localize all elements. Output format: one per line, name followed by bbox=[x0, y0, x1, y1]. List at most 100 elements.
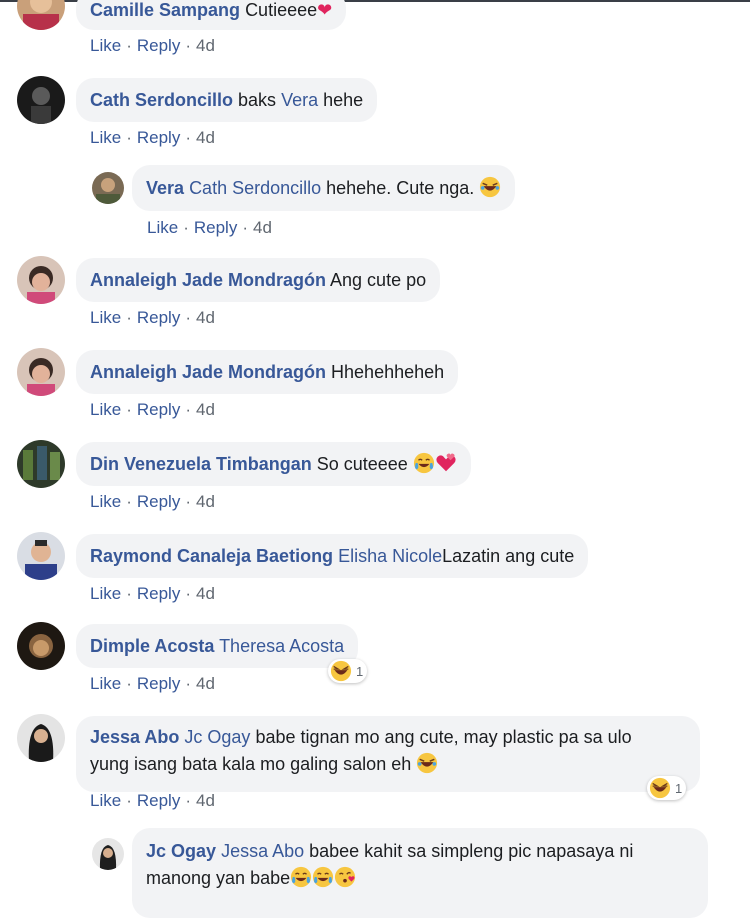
like-link[interactable]: Like bbox=[147, 218, 178, 237]
comment-text: hehehe. Cute nga. bbox=[321, 178, 480, 198]
like-link[interactable]: Like bbox=[90, 128, 121, 147]
avatar-photo bbox=[17, 622, 65, 670]
avatar-photo bbox=[17, 348, 65, 396]
avatar-photo bbox=[17, 714, 65, 762]
comment-bubble: Cath Serdoncillo baks Vera hehe bbox=[76, 78, 378, 122]
avatar-photo bbox=[17, 256, 65, 304]
tagged-user[interactable]: Elisha Nicole bbox=[338, 546, 442, 566]
timestamp[interactable]: 4d bbox=[196, 400, 215, 419]
two-hearts-emoji-icon bbox=[436, 453, 456, 472]
commenter-name[interactable]: Camille Sampang bbox=[90, 0, 240, 20]
comment-text: manong yan babe bbox=[146, 868, 291, 888]
comment-bubble: Annaleigh Jade Mondragón Ang cute po bbox=[76, 258, 441, 302]
comment-bubble: Annaleigh Jade Mondragón Hhehehheheh bbox=[76, 350, 459, 394]
commenter-name[interactable]: Jessa Abo bbox=[90, 727, 179, 747]
comment-bubble: Jessa Abo Jc Ogay babe tignan mo ang cut… bbox=[76, 716, 700, 792]
tagged-user[interactable]: Cath Serdoncillo bbox=[189, 178, 321, 198]
tagged-user[interactable]: Jessa Abo bbox=[221, 841, 304, 861]
kissing-heart-emoji-icon bbox=[335, 866, 356, 888]
like-link[interactable]: Like bbox=[90, 492, 121, 511]
comment-text: Lazatin ang cute bbox=[442, 546, 575, 566]
comment-line: Jessa Abo Jc Ogay babe tignan mo ang cut… bbox=[90, 724, 686, 751]
like-link[interactable]: Like bbox=[90, 791, 121, 810]
comment-bubble: Din Venezuela Timbangan So cuteeee bbox=[76, 442, 471, 486]
comment-text: hehe bbox=[318, 90, 364, 110]
comment-text: Cutieeee bbox=[245, 0, 318, 20]
commenter-name[interactable]: Din Venezuela Timbangan bbox=[90, 454, 312, 474]
timestamp[interactable]: 4d bbox=[196, 128, 215, 147]
tears-of-joy-emoji-icon bbox=[313, 866, 334, 888]
reply-link[interactable]: Reply bbox=[137, 492, 180, 511]
commenter-name[interactable]: Annaleigh Jade Mondragón bbox=[90, 270, 326, 290]
reply-link[interactable]: Reply bbox=[137, 128, 180, 147]
reply-link[interactable]: Reply bbox=[137, 584, 180, 603]
timestamp[interactable]: 4d bbox=[196, 492, 215, 511]
comment-text: Hhehehheheh bbox=[331, 362, 445, 382]
comment-actions: Like · Reply · 4d bbox=[90, 128, 215, 147]
comment-actions: Like · Reply · 4d bbox=[90, 584, 215, 603]
reply-link[interactable]: Reply bbox=[137, 308, 180, 327]
tears-of-joy-emoji-icon bbox=[413, 452, 434, 474]
heart-emoji-icon: ❤ bbox=[317, 0, 333, 20]
comment-bubble: Jc Ogay Jessa Abo babee kahit sa simplen… bbox=[132, 828, 708, 918]
comment-actions: Like · Reply · 4d bbox=[90, 308, 215, 327]
avatar[interactable] bbox=[92, 838, 124, 870]
comment-text: baks bbox=[238, 90, 282, 110]
timestamp[interactable]: 4d bbox=[196, 584, 215, 603]
commenter-name[interactable]: Raymond Canaleja Baetiong bbox=[90, 546, 333, 566]
comment-actions: Like · Reply · 4d bbox=[147, 218, 272, 237]
avatar-photo bbox=[92, 172, 124, 204]
timestamp[interactable]: 4d bbox=[196, 308, 215, 327]
laughing-emoji-icon bbox=[480, 176, 501, 198]
tears-of-joy-emoji-icon bbox=[291, 866, 312, 888]
timestamp[interactable]: 4d bbox=[196, 36, 215, 55]
reply-link[interactable]: Reply bbox=[137, 400, 180, 419]
avatar[interactable] bbox=[92, 172, 124, 204]
comment-bubble: Dimple Acosta Theresa Acosta bbox=[76, 624, 359, 668]
commenter-name[interactable]: Annaleigh Jade Mondragón bbox=[90, 362, 326, 382]
comment-text: Ang cute po bbox=[330, 270, 427, 290]
reply-link[interactable]: Reply bbox=[137, 674, 180, 693]
comment-bubble: Raymond Canaleja Baetiong Elisha NicoleL… bbox=[76, 534, 589, 578]
avatar[interactable] bbox=[17, 256, 65, 304]
like-link[interactable]: Like bbox=[90, 400, 121, 419]
comment-actions: Like · Reply · 4d bbox=[90, 791, 215, 810]
timestamp[interactable]: 4d bbox=[196, 791, 215, 810]
reply-link[interactable]: Reply bbox=[137, 791, 180, 810]
timestamp[interactable]: 4d bbox=[196, 674, 215, 693]
comment-actions: Like · Reply · 4d bbox=[90, 36, 215, 55]
avatar[interactable] bbox=[17, 76, 65, 124]
reply-link[interactable]: Reply bbox=[194, 218, 237, 237]
commenter-name[interactable]: Jc Ogay bbox=[146, 841, 216, 861]
tagged-user[interactable]: Vera bbox=[281, 90, 318, 110]
avatar-photo bbox=[17, 440, 65, 488]
haha-reaction-icon bbox=[649, 777, 671, 799]
commenter-name[interactable]: Vera bbox=[146, 178, 184, 198]
avatar[interactable] bbox=[17, 0, 65, 30]
like-link[interactable]: Like bbox=[90, 674, 121, 693]
avatar[interactable] bbox=[17, 440, 65, 488]
commenter-name[interactable]: Cath Serdoncillo bbox=[90, 90, 233, 110]
avatar[interactable] bbox=[17, 348, 65, 396]
like-link[interactable]: Like bbox=[90, 36, 121, 55]
haha-reaction-icon bbox=[330, 660, 352, 682]
avatar[interactable] bbox=[17, 714, 65, 762]
reply-link[interactable]: Reply bbox=[137, 36, 180, 55]
laughing-emoji-icon bbox=[417, 752, 438, 774]
reaction-badge[interactable]: 1 bbox=[328, 659, 368, 683]
commenter-name[interactable]: Dimple Acosta bbox=[90, 636, 214, 656]
reaction-count: 1 bbox=[356, 663, 364, 679]
timestamp[interactable]: 4d bbox=[253, 218, 272, 237]
like-link[interactable]: Like bbox=[90, 584, 121, 603]
like-link[interactable]: Like bbox=[90, 308, 121, 327]
avatar-photo bbox=[17, 532, 65, 580]
avatar-photo bbox=[17, 76, 65, 124]
comment-line: yung isang bata kala mo galing salon eh bbox=[90, 751, 686, 778]
comment-actions: Like · Reply · 4d bbox=[90, 492, 215, 511]
avatar[interactable] bbox=[17, 622, 65, 670]
reaction-badge[interactable]: 1 bbox=[647, 776, 687, 800]
avatar[interactable] bbox=[17, 532, 65, 580]
tagged-user[interactable]: Jc Ogay bbox=[184, 727, 250, 747]
comment-line: Jc Ogay Jessa Abo babee kahit sa simplen… bbox=[146, 838, 694, 865]
tagged-user[interactable]: Theresa Acosta bbox=[219, 636, 344, 656]
